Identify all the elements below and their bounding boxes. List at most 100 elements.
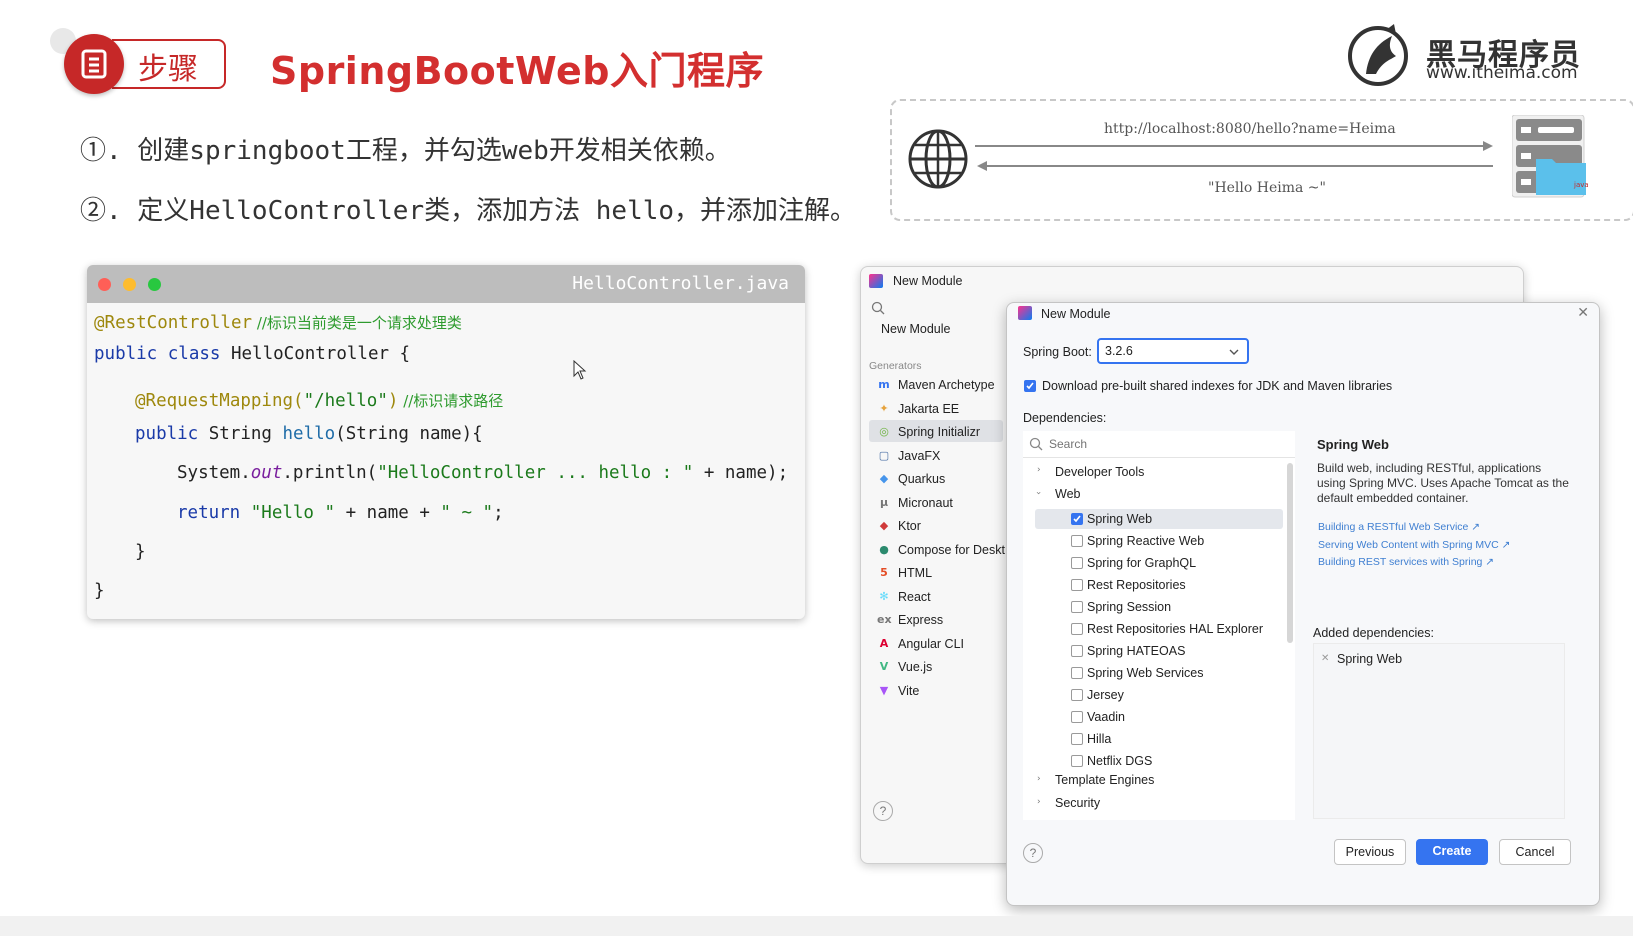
function-name-token: hello [282,424,336,444]
step-2-text: ②. 定义HelloController类，添加方法 hello，并添加注解。 [80,196,857,226]
download-indexes-checkbox[interactable] [1024,380,1036,392]
sidebar-item-html[interactable]: 5 HTML [877,565,1017,585]
dependency-row[interactable]: Spring Web [1035,509,1283,529]
sidebar-search[interactable] [869,297,999,321]
create-button[interactable]: Create [1416,839,1488,865]
request-url-label: http://localhost:8080/hello?name=Heima [1104,121,1396,137]
checkmark-icon [1026,382,1034,390]
code-text: HelloController { [220,344,411,364]
sidebar-item-vue-js[interactable]: V Vue.js [877,659,1017,679]
sidebar-item-micronaut[interactable]: μ Micronaut [877,495,1017,515]
dependency-checkbox[interactable] [1071,689,1083,701]
string-token: " ~ " [440,503,494,523]
dependency-checkbox[interactable] [1071,733,1083,745]
dependency-row[interactable]: Rest Repositories HAL Explorer [1035,619,1283,639]
download-indexes-label: Download pre-built shared indexes for JD… [1042,379,1393,393]
remove-dependency-icon[interactable]: ✕ [1321,653,1329,664]
static-field-token: out [250,463,283,483]
sidebar-item-jakarta-ee[interactable]: ✦ Jakarta EE [877,401,1017,421]
string-token: "Hello " [240,503,336,523]
dependency-checkbox[interactable] [1071,557,1083,569]
dependency-row[interactable]: Spring Reactive Web [1035,531,1283,551]
code-line-7: } [135,542,146,562]
detail-title: Spring Web [1317,437,1389,452]
added-dependencies-panel [1313,643,1565,819]
dependency-row[interactable]: Spring HATEOAS [1035,641,1283,661]
dialog-title: New Module [1041,307,1111,321]
sidebar-item-angular-cli[interactable]: A Angular CLI [877,636,1017,656]
sidebar-item-vite[interactable]: ▼ Vite [877,683,1017,703]
search-input[interactable] [1047,434,1281,454]
code-text: String [198,424,283,444]
spring-boot-version-select[interactable]: 3.2.6 [1097,338,1249,364]
sidebar-item-new-module[interactable]: New Module [881,322,950,336]
chevron-right-icon[interactable]: › [1037,465,1041,475]
dependency-row[interactable]: Netflix DGS [1035,751,1283,771]
tree-group-template-engines[interactable]: Template Engines [1055,773,1154,787]
generator-icon: ◆ [879,472,889,485]
tree-group-security[interactable]: Security [1055,796,1100,810]
logo-url: www.itheima.com [1426,63,1578,83]
sidebar-item-ktor[interactable]: ◆ Ktor [877,518,1017,538]
sidebar-item-spring-initializr[interactable]: ◎ Spring Initializr [877,424,1017,444]
detail-link-spring-mvc[interactable]: Serving Web Content with Spring MVC ↗ [1318,539,1510,551]
dependency-row[interactable]: Spring for GraphQL [1035,553,1283,573]
sidebar-item-label: JavaFX [898,448,941,463]
step-badge-icon [64,34,124,94]
help-button[interactable]: ? [873,801,893,821]
sidebar-item-label: Compose for Deskt [898,542,1005,557]
spring-boot-label: Spring Boot: [1023,345,1092,359]
code-text: System. [177,463,251,483]
dependency-checkbox[interactable] [1071,667,1083,679]
tree-group-web[interactable]: Web [1055,487,1080,501]
detail-link-rest-services[interactable]: Building REST services with Spring ↗ [1318,556,1494,568]
chevron-down-icon[interactable]: › [1033,491,1043,495]
cancel-button[interactable]: Cancel [1499,839,1571,865]
sidebar-item-label: Quarkus [898,472,946,486]
dialog-top-edge [1018,303,1599,304]
step-badge-label: 步骤 [138,52,198,87]
dependency-row[interactable]: Spring Web Services [1035,663,1283,683]
previous-button[interactable]: Previous [1334,839,1406,865]
dependency-checkbox[interactable] [1071,535,1083,547]
chevron-right-icon[interactable]: › [1037,774,1041,784]
tree-group-developer-tools[interactable]: Developer Tools [1055,465,1144,479]
dependency-checkbox[interactable] [1071,513,1083,525]
code-text: (String name){ [335,424,483,444]
search-icon [871,301,885,315]
close-icon[interactable]: ✕ [1577,305,1589,321]
help-button[interactable]: ? [1023,843,1043,863]
generator-icon: 5 [880,566,888,579]
dependency-label: Spring Web [1087,512,1153,526]
chevron-right-icon[interactable]: › [1037,797,1041,807]
tree-scrollbar[interactable] [1287,463,1293,643]
keyword-token: public class [94,344,221,364]
dependency-checkbox[interactable] [1071,623,1083,635]
generator-icon: ▼ [879,683,889,697]
string-token: "/hello" [303,391,388,411]
sidebar-item-quarkus[interactable]: ◆ Quarkus [877,471,1017,491]
dependency-search[interactable] [1023,431,1295,458]
dependency-checkbox[interactable] [1071,579,1083,591]
dependency-row[interactable]: Rest Repositories [1035,575,1283,595]
dependency-row[interactable]: Jersey [1035,685,1283,705]
generator-icon: ✻ [879,589,889,603]
dependency-row[interactable]: Hilla [1035,729,1283,749]
sidebar-item-javafx[interactable]: ▢ JavaFX [877,448,1017,468]
sidebar-item-compose-for-deskt[interactable]: ● Compose for Deskt [877,542,1017,562]
dependency-label: Spring Web Services [1087,666,1204,680]
dependency-checkbox[interactable] [1071,645,1083,657]
code-line-2: public class HelloController { [94,344,410,364]
code-line-1: @RestController //标识当前类是一个请求处理类 [94,312,462,333]
detail-description: Build web, including RESTful, applicatio… [1317,461,1569,505]
sidebar-item-react[interactable]: ✻ React [877,589,1017,609]
dependency-row[interactable]: Vaadin [1035,707,1283,727]
dependency-checkbox[interactable] [1071,711,1083,723]
dependency-row[interactable]: Spring Session [1035,597,1283,617]
dependency-checkbox[interactable] [1071,755,1083,767]
dependencies-label: Dependencies: [1023,411,1107,425]
sidebar-item-maven-archetype[interactable]: m Maven Archetype [877,377,1017,397]
dependency-checkbox[interactable] [1071,601,1083,613]
sidebar-item-express[interactable]: ex Express [877,612,1017,632]
detail-link-restful[interactable]: Building a RESTful Web Service ↗ [1318,521,1480,533]
